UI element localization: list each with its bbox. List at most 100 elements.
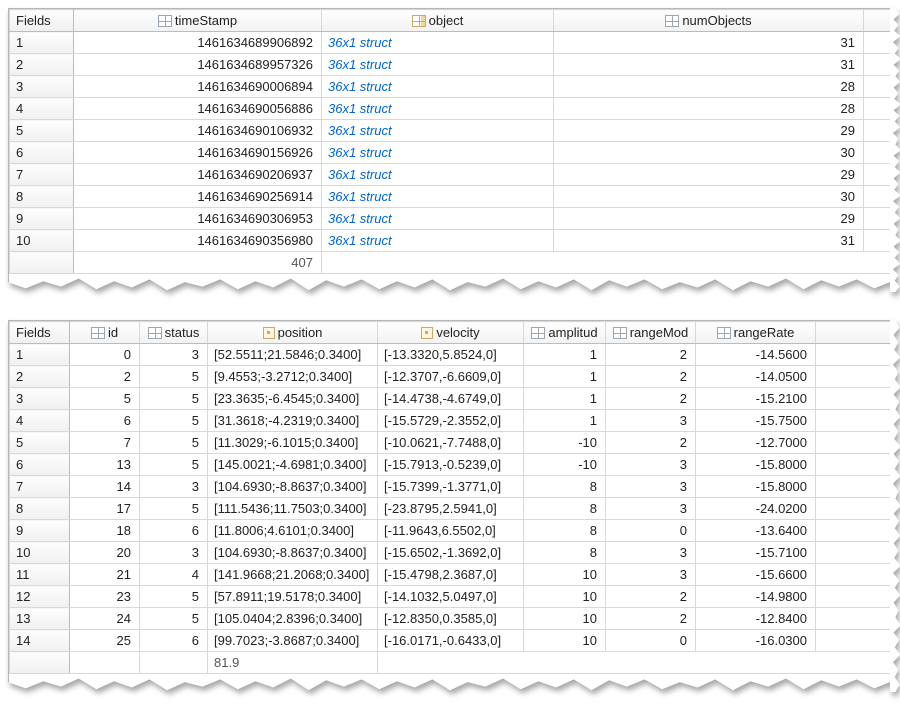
table-row[interactable]: 5146163469010693236x1 struct29 (10, 120, 891, 142)
table-row[interactable]: 7146163469020693736x1 struct29 (10, 164, 891, 186)
table-row[interactable]: 465[31.3618;-4.2319;0.3400][-15.5729,-2.… (10, 410, 891, 432)
cell-amplitude[interactable]: 8 (524, 476, 606, 498)
cell-amplitude[interactable]: 1 (524, 388, 606, 410)
row-index[interactable]: 2 (10, 366, 70, 388)
cell-position[interactable]: [57.8911;19.5178;0.3400] (208, 586, 378, 608)
row-index[interactable]: 5 (10, 120, 74, 142)
cell-status[interactable]: 5 (140, 586, 208, 608)
cell-velocity[interactable]: [-15.7913,-0.5239,0] (378, 454, 524, 476)
cell-amplitude[interactable]: 8 (524, 542, 606, 564)
cell-position[interactable]: [105.0404;2.8396;0.3400] (208, 608, 378, 630)
row-index[interactable]: 4 (10, 98, 74, 120)
table-row[interactable]: 9146163469030695336x1 struct29 (10, 208, 891, 230)
table-row[interactable]: 10146163469035698036x1 struct31 (10, 230, 891, 252)
table-row[interactable]: 1020 3 [104.6930;-8.8637;0.3400][-15.6502,… (10, 542, 891, 564)
cell-rangemode[interactable]: 3 (606, 410, 696, 432)
cell-rangerate[interactable]: -14.5600 (696, 344, 816, 366)
col-rangerate[interactable]: rangeRate (696, 322, 816, 344)
cell-numobjects[interactable]: 31 (554, 54, 864, 76)
cell-rangerate[interactable]: -15.6600 (696, 564, 816, 586)
cell-velocity[interactable]: [-10.0621,-7.7488,0] (378, 432, 524, 454)
cell-object[interactable]: 36x1 struct (322, 54, 554, 76)
cell-numobjects[interactable]: 29 (554, 164, 864, 186)
row-index[interactable]: 9 (10, 520, 70, 542)
cell-velocity[interactable]: [-15.6502,-1.3692,0] (378, 542, 524, 564)
cell-numobjects[interactable]: 31 (554, 32, 864, 54)
cell-rangemode[interactable]: 3 (606, 454, 696, 476)
row-index[interactable]: 7 (10, 164, 74, 186)
cell-velocity[interactable]: [-13.3320,5.8524,0] (378, 344, 524, 366)
cell-status[interactable]: 4 (140, 564, 208, 586)
table-row[interactable]: 714 3 [104.6930;-8.8637;0.3400][-15.7399,-… (10, 476, 891, 498)
table-row[interactable]: 13245[105.0404;2.8396;0.3400][-12.8350,0… (10, 608, 891, 630)
cell-id[interactable]: 7 (70, 432, 140, 454)
cell-numobjects[interactable]: 30 (554, 186, 864, 208)
cell-id[interactable]: 2 (70, 366, 140, 388)
cell-position[interactable]: [141.9668;21.2068;0.3400] (208, 564, 378, 586)
row-index[interactable]: 13 (10, 608, 70, 630)
row-index[interactable]: 9 (10, 208, 74, 230)
cell-object[interactable]: 36x1 struct (322, 164, 554, 186)
cell-id[interactable]: 13 (70, 454, 140, 476)
cell-timestamp[interactable]: 1461634690356980 (74, 230, 322, 252)
cell-amplitude[interactable]: 10 (524, 564, 606, 586)
row-index[interactable]: 2 (10, 54, 74, 76)
cell-rangemode[interactable]: 3 (606, 476, 696, 498)
col-status[interactable]: status (140, 322, 208, 344)
table-row[interactable]: 6146163469015692636x1 struct30 (10, 142, 891, 164)
cell-rangerate[interactable]: -15.7500 (696, 410, 816, 432)
table-row[interactable]: 12235[57.8911;19.5178;0.3400][-14.1032,5… (10, 586, 891, 608)
cell-velocity[interactable]: [-16.0171,-0.6433,0] (378, 630, 524, 652)
cell-status[interactable]: 5 (140, 410, 208, 432)
cell-velocity[interactable]: [-12.3707,-6.6609,0] (378, 366, 524, 388)
cell-position[interactable]: [11.8006;4.6101;0.3400] (208, 520, 378, 542)
row-index[interactable]: 3 (10, 76, 74, 98)
cell-object[interactable]: 36x1 struct (322, 32, 554, 54)
cell-status[interactable]: 5 (140, 608, 208, 630)
cell-id[interactable]: 14 (70, 476, 140, 498)
cell-numobjects[interactable]: 30 (554, 142, 864, 164)
cell-position[interactable]: [104.6930;-8.8637;0.3400] (208, 542, 378, 564)
col-velocity[interactable]: velocity (378, 322, 524, 344)
cell-numobjects[interactable]: 28 (554, 98, 864, 120)
cell-position[interactable]: [23.3635;-6.4545;0.3400] (208, 388, 378, 410)
row-index[interactable]: 10 (10, 542, 70, 564)
table-row[interactable]: 1146163468990689236x1 struct31 (10, 32, 891, 54)
col-object[interactable]: object (322, 10, 554, 32)
cell-numobjects[interactable]: 31 (554, 230, 864, 252)
cell-velocity[interactable]: [-15.7399,-1.3771,0] (378, 476, 524, 498)
cell-position[interactable]: [104.6930;-8.8637;0.3400] (208, 476, 378, 498)
row-index[interactable]: 6 (10, 454, 70, 476)
cell-rangerate[interactable]: -15.7100 (696, 542, 816, 564)
cell-rangemode[interactable]: 2 (606, 388, 696, 410)
cell-object[interactable]: 36x1 struct (322, 142, 554, 164)
cell-id[interactable]: 25 (70, 630, 140, 652)
cell-id[interactable]: 20 (70, 542, 140, 564)
cell-status[interactable]: 5 (140, 366, 208, 388)
cell-rangerate[interactable]: -15.8000 (696, 454, 816, 476)
cell-position[interactable]: [31.3618;-4.2319;0.3400] (208, 410, 378, 432)
cell-rangemode[interactable]: 3 (606, 564, 696, 586)
cell-timestamp[interactable]: 1461634690206937 (74, 164, 322, 186)
row-index[interactable]: 3 (10, 388, 70, 410)
row-index[interactable]: 7 (10, 476, 70, 498)
table-row[interactable]: 14256[99.7023;-3.8687;0.3400][-16.0171,-… (10, 630, 891, 652)
cell-rangemode[interactable]: 0 (606, 630, 696, 652)
cell-timestamp[interactable]: 1461634689906892 (74, 32, 322, 54)
cell-amplitude[interactable]: 1 (524, 366, 606, 388)
cell-velocity[interactable]: [-15.5729,-2.3552,0] (378, 410, 524, 432)
cell-rangemode[interactable]: 2 (606, 432, 696, 454)
row-index[interactable]: 8 (10, 186, 74, 208)
row-index[interactable]: 1 (10, 32, 74, 54)
cell-status[interactable]: 5 (140, 388, 208, 410)
table-row[interactable]: 2146163468995732636x1 struct31 (10, 54, 891, 76)
cell-id[interactable]: 0 (70, 344, 140, 366)
row-index[interactable]: 5 (10, 432, 70, 454)
cell-timestamp[interactable]: 1461634690056886 (74, 98, 322, 120)
cell-rangerate[interactable]: -12.8400 (696, 608, 816, 630)
cell-rangerate[interactable]: -15.8000 (696, 476, 816, 498)
cell-amplitude[interactable]: 1 (524, 410, 606, 432)
cell-id[interactable]: 17 (70, 498, 140, 520)
cell-object[interactable]: 36x1 struct (322, 208, 554, 230)
cell-rangemode[interactable]: 3 (606, 542, 696, 564)
